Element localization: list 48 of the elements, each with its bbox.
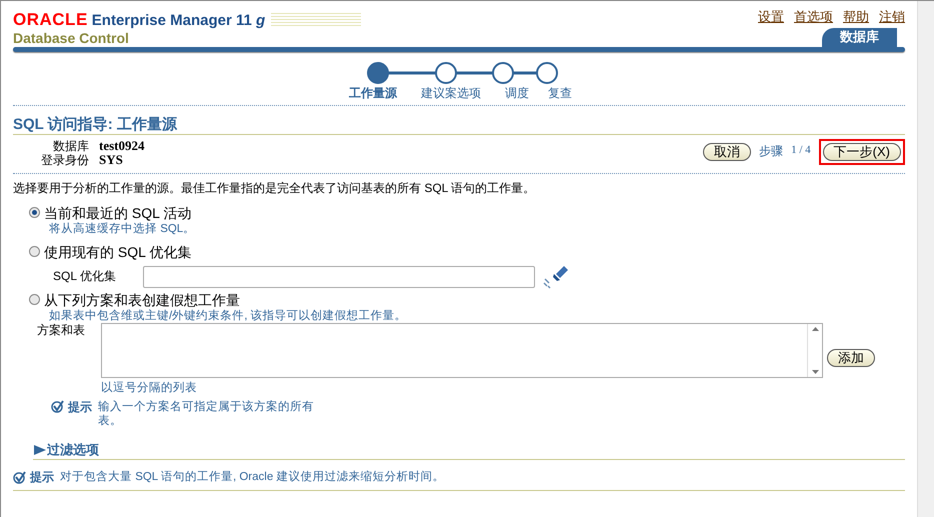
tip-label: 提示 [30,470,54,485]
brand-logo: ORACLE [13,10,88,29]
option-label[interactable]: 当前和最近的 SQL 活动 [44,204,192,222]
tip-text: 输入一个方案名可指定属于该方案的所有表。 [98,400,315,428]
sql-tuning-set-field[interactable] [143,266,535,288]
nav-tab[interactable]: 数据库 [822,28,897,46]
field-help: 以逗号分隔的列表 [101,380,198,394]
field-label: 方案和表 [37,322,86,338]
tip-text: 对于包含大量 SQL 语句的工作量, Oracle 建议使用过滤来缩短分析时间。 [60,470,444,484]
info-label: 登录身份 [40,152,90,166]
radio-button[interactable] [29,294,40,305]
add-button[interactable]: 添加 [827,348,875,366]
info-value: test0924 [99,138,144,152]
scroll-down-icon[interactable] [812,370,818,374]
global-link[interactable]: 首选项 [794,9,833,24]
scroll-up-icon[interactable] [812,326,818,330]
option-hint: 如果表中包含维或主键/外键约束条件, 该指导可以创建假想工作量。 [49,308,408,322]
info-value: SYS [99,152,123,166]
info-label: 数据库 [52,138,90,152]
product-name: Enterprise Manager 11 g [92,12,266,29]
global-link[interactable]: 设置 [758,9,784,24]
global-link[interactable]: 注销 [879,9,905,24]
option-hint: 将从高速缓存中选择 SQL。 [49,222,196,236]
step-count: 1 / 4 [791,144,811,158]
filter-link[interactable]: 过滤选项 [47,442,99,458]
tip-label: 提示 [68,400,92,414]
option-label[interactable]: 使用现有的 SQL 优化集 [44,242,192,260]
train-step-label[interactable]: 调度 [494,86,540,100]
cancel-button[interactable]: 取消 [703,142,752,160]
radio-button[interactable] [29,246,40,257]
schema-textarea[interactable] [101,322,823,378]
radio-button[interactable] [29,207,40,218]
step-label: 步骤 [759,144,784,159]
next-button[interactable]: 下一步(X) [822,142,901,160]
flashlight-icon[interactable] [543,264,569,288]
train-step-label[interactable]: 建议案选项 [408,86,494,100]
page-title: SQL 访问指导: 工作量源 [13,114,905,134]
global-link[interactable]: 帮助 [843,9,869,24]
field-label: SQL 优化集 [53,269,117,284]
expand-icon[interactable] [33,444,47,456]
check-icon [13,470,26,484]
product-subtitle: Database Control [13,30,130,45]
check-icon [51,400,64,412]
description: 选择要用于分析的工作量的源。最佳工作量指的是完全代表了访问基表的所有 SQL 语句的工作量。 [13,180,536,196]
scrollbar[interactable] [917,1,934,517]
train-step-label[interactable]: 复查 [540,86,580,100]
train-step-label: 工作量源 [348,86,398,100]
option-label[interactable]: 从下列方案和表创建假想工作量 [44,290,240,308]
